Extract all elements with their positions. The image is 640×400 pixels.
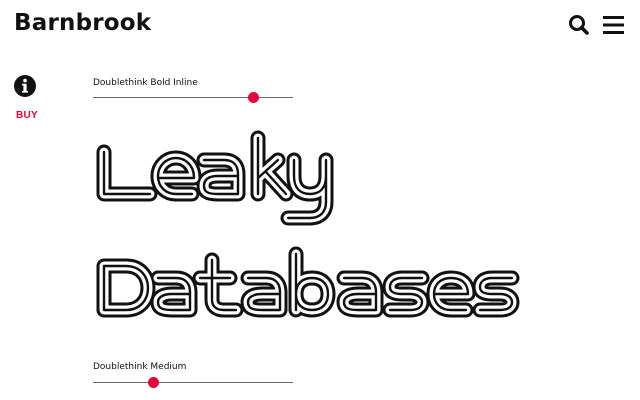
slider-thumb[interactable] [248,92,259,103]
hamburger-menu-icon[interactable] [601,12,627,38]
buy-link[interactable]: BUY [16,110,38,121]
slider-thumb[interactable] [148,377,159,388]
font-specimen-text[interactable] [88,120,558,320]
slider-track [93,382,293,383]
search-icon[interactable] [566,12,592,38]
slider-track [93,97,293,98]
font-size-slider[interactable] [93,376,293,390]
font-size-slider[interactable] [93,91,293,105]
font-name-label: Doublethink Bold Inline [93,78,198,88]
font-name-label: Doublethink Medium [93,362,187,372]
info-icon[interactable] [13,74,37,98]
brand-logo[interactable]: Barnbrook [14,12,151,35]
